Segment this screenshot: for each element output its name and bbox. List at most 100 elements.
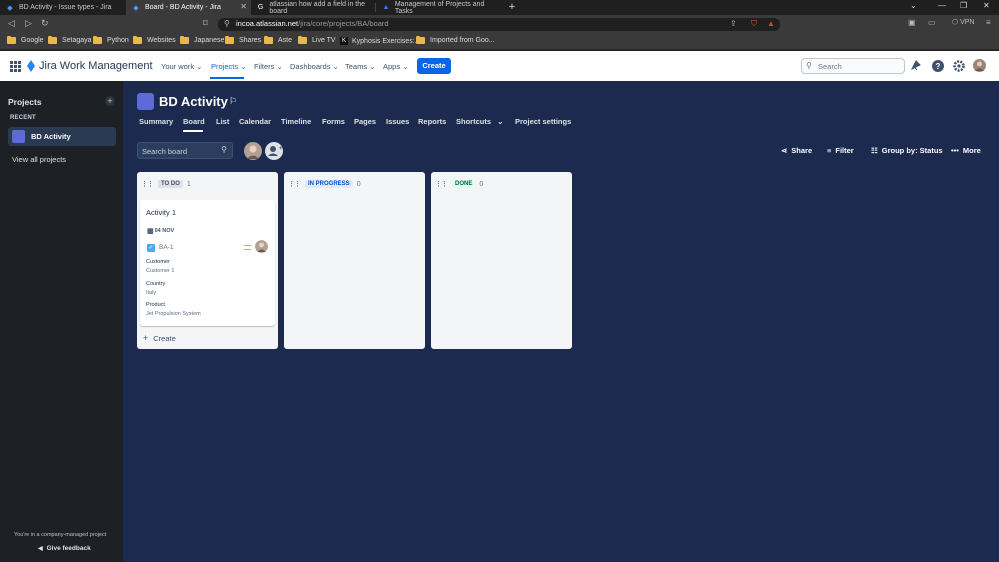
bookmark-folder[interactable]: Websites <box>133 36 176 44</box>
add-project-button[interactable]: + <box>105 96 115 106</box>
drag-handle-icon[interactable]: ⋮⋮ <box>141 180 154 188</box>
issue-card[interactable]: Activity 1 ▦ 04 NOV ✓ BA-1 Customer Cust… <box>140 200 275 326</box>
nav-teams[interactable]: Teams ⌄ <box>345 62 375 71</box>
board-search-input[interactable]: Search board ⚲ <box>137 142 233 159</box>
nav-projects[interactable]: Projects ⌄ <box>211 62 246 71</box>
share-icon: ⋖ <box>781 146 788 155</box>
forward-icon[interactable]: ▷ <box>25 18 32 29</box>
tab-forms[interactable]: Forms <box>322 117 345 126</box>
search-icon: ⚲ <box>806 61 812 70</box>
project-type-note: You're in a company-managed project <box>14 532 107 538</box>
view-all-projects-link[interactable]: View all projects <box>12 155 66 164</box>
bookmark-folder[interactable]: Setagaya <box>48 36 92 44</box>
drag-handle-icon[interactable]: ⋮⋮ <box>435 180 448 188</box>
browser-tab[interactable]: ◆ BD Activity - Issue types - Jira <box>0 0 126 15</box>
column-count: 0 <box>479 180 484 188</box>
vpn-label: VPN <box>960 19 975 26</box>
sidebar-toggle-icon[interactable]: ▣ <box>908 18 916 27</box>
nav-filters[interactable]: Filters ⌄ <box>254 62 283 71</box>
bookmark-folder[interactable]: Japanese <box>180 36 224 44</box>
help-icon[interactable]: ? <box>931 59 944 72</box>
tab-shortcuts[interactable]: Shortcuts ⌄ <box>456 117 503 126</box>
tab-list[interactable]: List <box>216 117 229 126</box>
back-icon[interactable]: ◁ <box>8 18 15 29</box>
vpn-button[interactable]: ⬡ VPN <box>952 18 974 26</box>
share-button[interactable]: ⋖ Share <box>781 146 812 155</box>
bookmark-folder[interactable]: Live TV <box>298 36 336 44</box>
browser-tab[interactable]: ▲ Management of Projects and Tasks <box>376 0 502 15</box>
group-by-button[interactable]: ☷ Group by: Status <box>871 146 943 155</box>
bookmark-link[interactable]: K Kyphosis Exercises:... <box>340 37 420 45</box>
bookmark-folder[interactable]: Shares <box>225 36 261 44</box>
board-column-in-progress: ⋮⋮ IN PROGRESS 0 <box>284 172 425 349</box>
nav-apps[interactable]: Apps ⌄ <box>383 62 408 71</box>
url-text: incoa.atlassian.net/jira/core/projects/B… <box>236 19 389 28</box>
bookmark-folder[interactable]: Aste <box>264 36 292 44</box>
folder-icon <box>93 36 102 44</box>
url-field[interactable]: ⚲ incoa.atlassian.net/jira/core/projects… <box>218 18 780 31</box>
tab-summary[interactable]: Summary <box>139 117 173 126</box>
new-tab-button[interactable]: + <box>506 1 518 13</box>
folder-icon <box>264 36 273 44</box>
app-switcher-icon[interactable] <box>10 61 21 72</box>
brave-shield-icon[interactable]: ⛉ <box>751 19 757 29</box>
wallet-icon[interactable]: ▭ <box>928 18 936 27</box>
column-title: IN PROGRESS <box>305 180 353 188</box>
search-placeholder: Search <box>818 62 842 71</box>
profile-avatar[interactable] <box>973 59 986 72</box>
add-people-button[interactable]: + <box>265 142 283 160</box>
filter-button[interactable]: ≡ Filter <box>827 146 854 155</box>
share-page-icon[interactable]: ⇪ <box>730 19 737 28</box>
site-info-icon[interactable]: ⚲ <box>224 19 230 28</box>
nav-your-work[interactable]: Your work ⌄ <box>161 62 202 71</box>
tab-pages[interactable]: Pages <box>354 117 376 126</box>
bookmark-folder[interactable]: Imported from Goo... <box>416 36 495 44</box>
assignee-filter-avatar[interactable] <box>244 142 262 160</box>
menu-icon[interactable]: ≡ <box>986 18 991 27</box>
close-tab-icon[interactable]: ✕ <box>240 2 247 11</box>
bookmark-label: Kyphosis Exercises:... <box>352 37 421 45</box>
kyphosis-favicon-icon: K <box>340 37 348 45</box>
nav-dashboards[interactable]: Dashboards ⌄ <box>290 62 339 71</box>
card-title: Activity 1 <box>146 208 177 217</box>
bookmark-folder[interactable]: Google <box>7 36 44 44</box>
tab-project-settings[interactable]: Project settings <box>515 117 571 126</box>
bookmark-label: Setagaya <box>62 37 92 44</box>
create-button[interactable]: Create <box>417 58 451 74</box>
browser-tab[interactable]: G atlassian how add a field in the board <box>251 0 375 15</box>
tab-issues[interactable]: Issues <box>386 117 409 126</box>
tab-timeline[interactable]: Timeline <box>281 117 311 126</box>
pin-icon[interactable]: ⚐ <box>229 96 237 107</box>
tab-calendar[interactable]: Calendar <box>239 117 271 126</box>
tab-search-chevron-icon[interactable]: ⌄ <box>910 1 917 10</box>
settings-gear-icon[interactable] <box>952 59 965 72</box>
calendar-icon: ▦ <box>147 228 154 235</box>
create-issue-button[interactable]: + Create <box>143 333 176 343</box>
bookmark-folder[interactable]: Python <box>93 36 129 44</box>
tab-reports[interactable]: Reports <box>418 117 446 126</box>
bookmark-icon[interactable]: ⌑ <box>203 18 208 29</box>
reload-icon[interactable]: ↻ <box>41 18 49 29</box>
jira-logo[interactable]: Jira Work Management <box>26 60 153 72</box>
global-search-input[interactable]: ⚲ Search <box>801 58 905 74</box>
board-column-todo: ⋮⋮ TO DO 1 Activity 1 ▦ 04 NOV ✓ BA-1 Cu… <box>137 172 278 349</box>
give-feedback-button[interactable]: ◀ Give feedback <box>38 545 91 552</box>
column-header: ⋮⋮ TO DO 1 <box>141 180 191 188</box>
issue-key[interactable]: BA-1 <box>159 244 173 251</box>
tab-board[interactable]: Board <box>183 117 205 126</box>
browser-tab-active[interactable]: ◆ Board - BD Activity - Jira ✕ <box>126 0 251 15</box>
minimize-icon[interactable]: — <box>938 1 946 10</box>
megaphone-icon: ◀ <box>38 546 43 552</box>
svg-text:?: ? <box>935 62 940 71</box>
field-label: Product <box>146 302 165 308</box>
page-title: BD Activity <box>159 94 228 109</box>
maximize-icon[interactable]: ❐ <box>960 1 967 10</box>
brave-rewards-icon[interactable]: ▲ <box>767 19 775 28</box>
assignee-avatar[interactable] <box>255 240 268 253</box>
close-window-icon[interactable]: ✕ <box>983 1 990 10</box>
notifications-icon[interactable] <box>910 59 923 72</box>
drag-handle-icon[interactable]: ⋮⋮ <box>288 180 301 188</box>
sidebar-item-bd-activity[interactable]: BD Activity <box>8 127 116 146</box>
more-button[interactable]: ••• More <box>951 146 981 155</box>
group-by-label: Group by: Status <box>881 146 943 155</box>
